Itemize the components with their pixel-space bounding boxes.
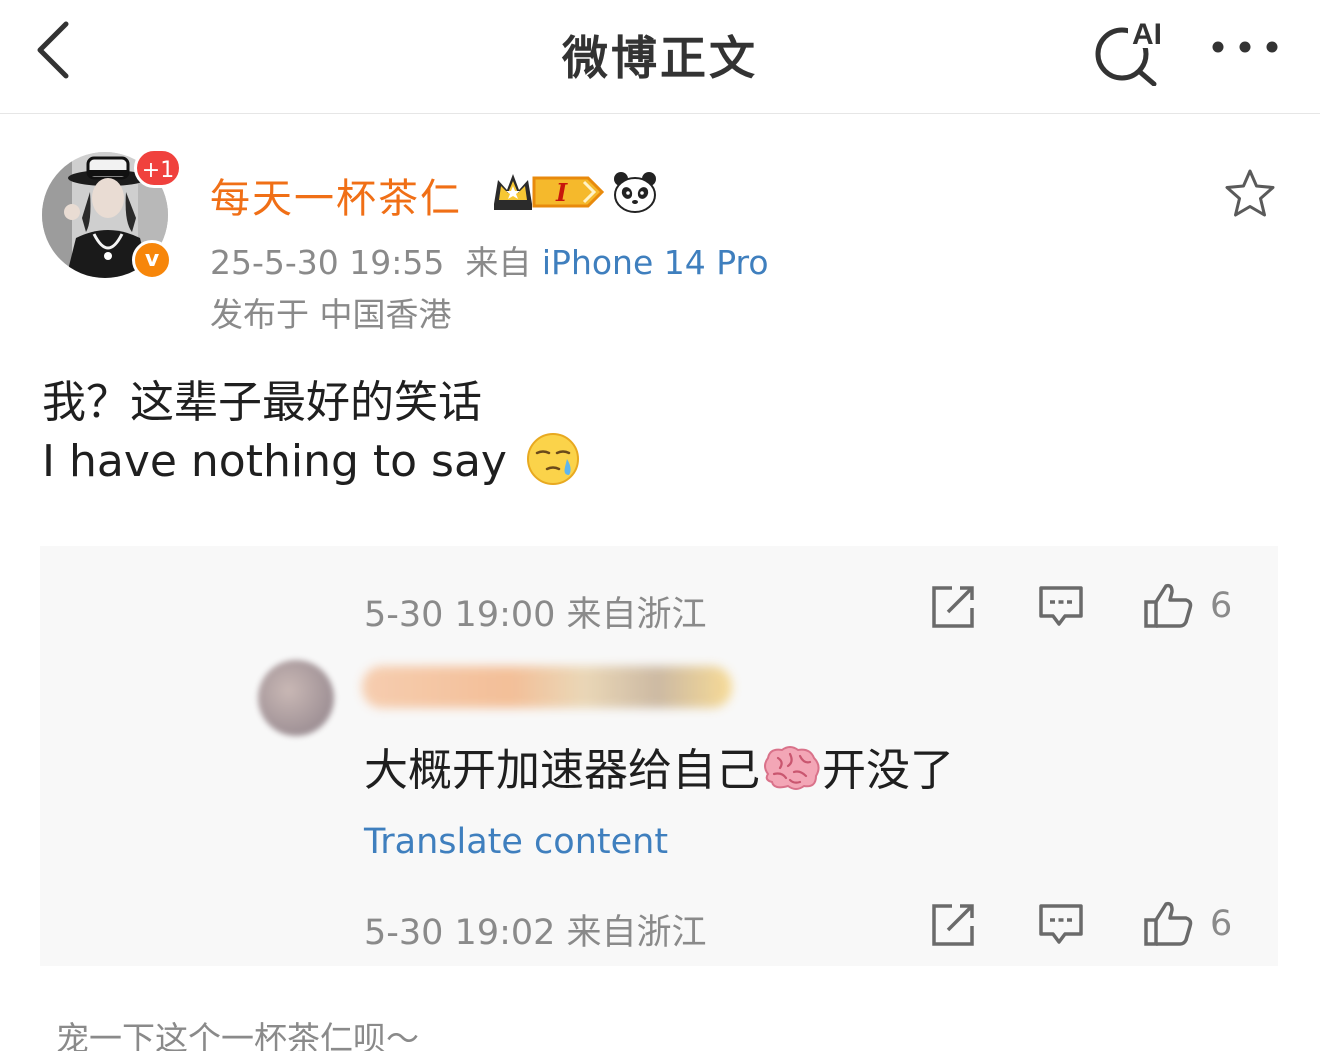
comment-icon <box>1039 586 1083 626</box>
repost-icon <box>932 586 974 628</box>
thumbs-up-icon <box>1144 583 1193 628</box>
repost-button[interactable] <box>930 584 976 630</box>
notification-badge: +1 <box>134 148 182 188</box>
second-comment-time: 5-30 19:02 来自浙江 <box>364 913 707 953</box>
verified-badge: v <box>132 240 172 280</box>
repost-icon <box>932 904 974 946</box>
favorite-button[interactable] <box>1222 166 1278 222</box>
more-dots-icon <box>1212 41 1278 53</box>
like-button[interactable] <box>1142 580 1194 630</box>
post-location: 发布于 中国香港 <box>210 295 452 334</box>
svg-text:I: I <box>555 178 568 207</box>
post-text-line-2-content: I have nothing to say <box>42 436 507 487</box>
author-name[interactable]: 每天一杯茶仁 <box>210 166 462 224</box>
repost-button[interactable] <box>930 902 976 948</box>
comment-icon <box>1039 904 1083 944</box>
footer-caption: 宠一下这个一杯茶仁呗～ <box>56 1019 419 1051</box>
comment-button[interactable] <box>1038 584 1084 630</box>
svg-text:AI: AI <box>1132 18 1162 51</box>
star-icon <box>1225 169 1275 217</box>
author-avatar[interactable]: +1 v <box>42 148 182 280</box>
brain-emoji-icon <box>764 746 820 790</box>
level-badge[interactable]: I <box>532 174 605 210</box>
comment-text-part-2: 开没了 <box>822 745 954 796</box>
ai-search-button[interactable]: AI <box>1092 14 1170 87</box>
source-prefix: 来自 <box>465 243 532 282</box>
post-meta: 25-5-30 19:55 来自 iPhone 14 Pro <box>210 236 769 284</box>
top-navigation-bar: 微博正文 AI <box>0 0 1320 114</box>
comment-text-part-1: 大概开加速器给自己 <box>364 745 760 796</box>
commenter-avatar[interactable] <box>258 660 334 736</box>
post-timestamp: 25-5-30 19:55 <box>210 243 445 282</box>
post-text-line-2: I have nothing to say <box>42 433 581 487</box>
commenter-name-blurred[interactable] <box>362 666 732 708</box>
post-text-line-1: 我？这辈子最好的笑话 <box>42 377 482 428</box>
panda-icon <box>614 172 656 213</box>
comment-text: 大概开加速器给自己 开没了 <box>364 734 954 798</box>
like-count: 6 <box>1210 904 1233 944</box>
like-button[interactable] <box>1142 898 1194 948</box>
ai-search-icon: AI <box>1095 18 1168 87</box>
crown-icon <box>494 174 532 210</box>
comment-button[interactable] <box>1038 902 1084 948</box>
translate-content-link[interactable]: Translate content <box>364 822 668 862</box>
device-link[interactable]: iPhone 14 Pro <box>542 243 769 282</box>
like-count: 6 <box>1210 586 1233 626</box>
first-comment-time: 5-30 19:00 来自浙江 <box>364 595 707 635</box>
sweat-face-emoji-icon <box>526 433 579 485</box>
thumbs-up-icon <box>1144 901 1193 946</box>
more-options-button[interactable] <box>1208 30 1282 64</box>
